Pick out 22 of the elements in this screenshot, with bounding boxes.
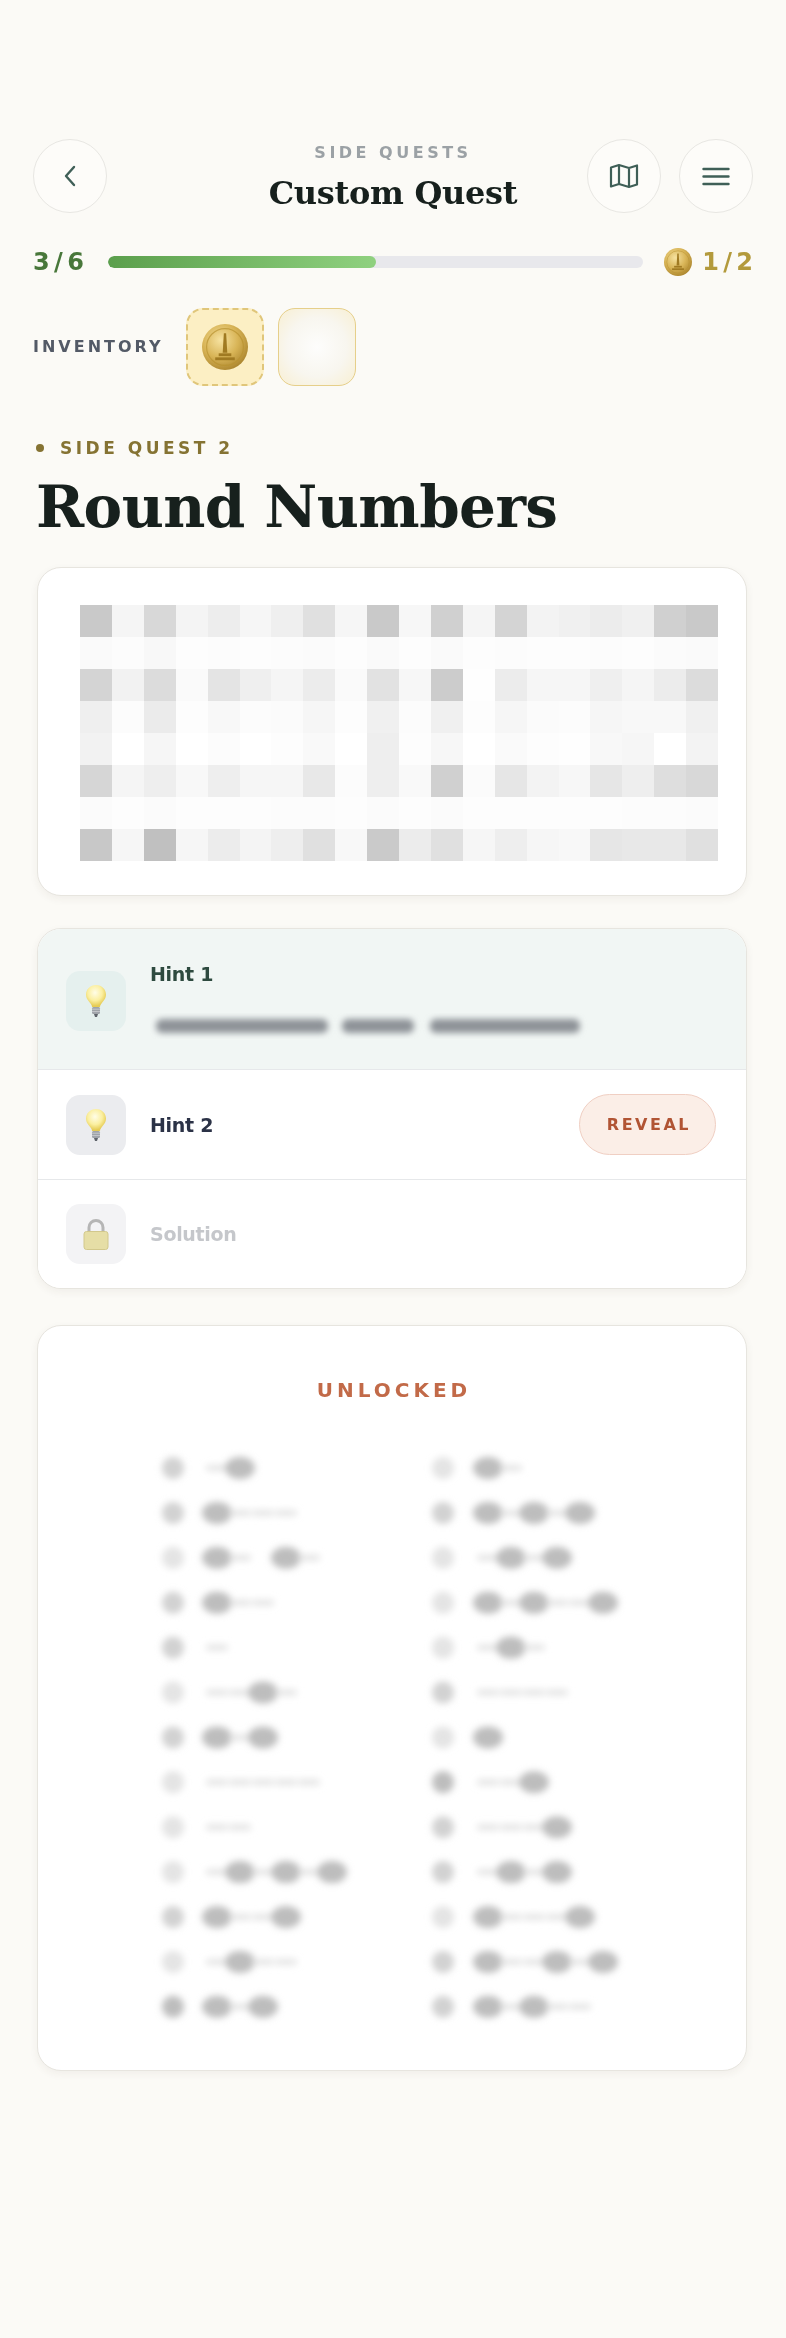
inventory-label: INVENTORY xyxy=(33,337,164,357)
hint-title: Hint 1 xyxy=(150,962,214,987)
map-icon xyxy=(609,163,639,189)
section-label: SIDE QUESTS xyxy=(314,143,472,163)
quest-label: SIDE QUEST 2 xyxy=(60,437,234,459)
coin-count: 1 / 2 xyxy=(702,247,753,277)
unlocked-label: UNLOCKED xyxy=(316,1377,472,1403)
menu-icon xyxy=(702,166,730,186)
dot-icon xyxy=(36,444,44,452)
chevron-left-icon xyxy=(64,165,76,187)
inventory-slot[interactable] xyxy=(185,308,264,386)
hint-title: Hint 2 xyxy=(150,1112,214,1138)
page-title: Custom Quest xyxy=(268,173,518,213)
reveal-button[interactable]: REVEAL xyxy=(578,1094,716,1155)
coin-icon xyxy=(664,248,693,276)
hint-title: Solution xyxy=(150,1222,237,1247)
progress-count: 3 / 6 xyxy=(33,247,85,277)
coin-icon xyxy=(201,324,248,370)
lightbulb-icon xyxy=(66,970,126,1031)
quest-title: Round Numbers xyxy=(36,475,559,539)
lightbulb-icon xyxy=(66,1094,126,1155)
padlock-icon xyxy=(66,1204,126,1264)
